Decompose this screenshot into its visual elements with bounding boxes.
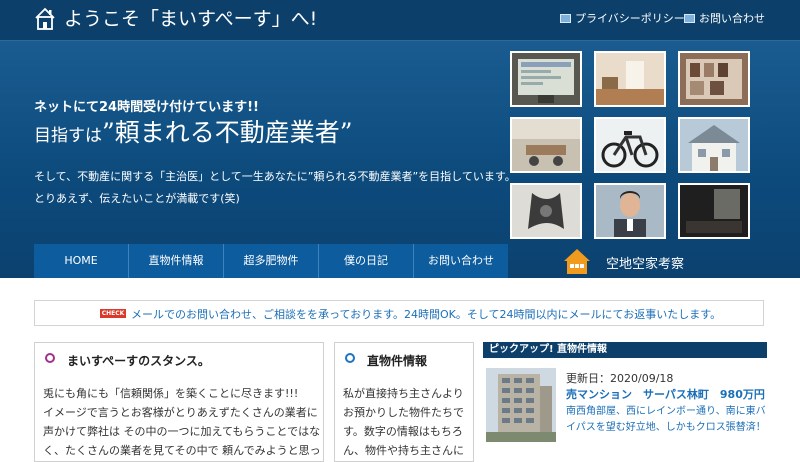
privacy-policy-link[interactable]: プライバシーポリシー xyxy=(560,12,685,26)
contact-label: お問い合わせ xyxy=(699,12,765,25)
site-title[interactable]: ようこそ「まいすぺーす」へ! xyxy=(64,6,317,32)
photo-dark-interior xyxy=(678,183,750,239)
orange-house-icon xyxy=(564,249,590,274)
photo-shelf-items xyxy=(678,51,750,107)
purple-circle-icon xyxy=(45,353,55,363)
stance-body: 兎にも角にも「信頼関係」を築くことに尽きます!!! イメージで言うとお客様がとり… xyxy=(43,384,321,460)
hero-headline-prefix: 目指すは xyxy=(34,126,102,146)
listings-panel: 直物件情報 私が直接持ち主さんより お預かりした物件たちで す。数字の情報はもち… xyxy=(334,342,474,462)
listings-body: 私が直接持ち主さんより お預かりした物件たちで す。数字の情報はもちろ ん、物件… xyxy=(343,384,464,460)
pickup-date: 更新日：2020/09/18 xyxy=(566,372,674,385)
pickup-description: 南西角部屋、西にレインボー通り、南に東バ イパスを望む好立地、しかもクロス張替済… xyxy=(566,404,766,436)
listings-line: す。数字の情報はもちろ xyxy=(343,425,463,438)
pickup-heading: ピックアップ! 直物件情報 xyxy=(483,342,767,358)
photo-meeting-room xyxy=(510,117,582,173)
nav-direct-listings[interactable]: 直物件情報 xyxy=(129,244,224,278)
hero-description: そして、不動産に関する「主治医」として一生あなたに”頼られる不動産業者”を目指し… xyxy=(34,170,516,183)
akiya-label: 空地空家考察 xyxy=(606,257,685,272)
nav-diary[interactable]: 僕の日記 xyxy=(319,244,414,278)
nav-home[interactable]: HOME xyxy=(34,244,129,278)
pickup-desc-line: 南西角部屋、西にレインボー通り、南に東バ xyxy=(566,406,766,417)
photo-staff-portrait xyxy=(594,183,666,239)
photo-bicycle xyxy=(594,117,666,173)
pickup-building-photo[interactable] xyxy=(486,368,556,442)
stance-title: まいすぺーすのスタンス。 xyxy=(67,354,210,368)
photo-interior-room xyxy=(594,51,666,107)
stance-panel: まいすぺーすのスタンス。 兎にも角にも「信頼関係」を築くことに尽きます!!! イ… xyxy=(34,342,324,462)
header-bar: ようこそ「まいすぺーす」へ! プライバシーポリシー お問い合わせ xyxy=(0,0,800,41)
listings-title[interactable]: 直物件情報 xyxy=(367,352,427,369)
hero-headline-main: ”頼まれる不動産業者” xyxy=(102,118,353,147)
house-logo-icon xyxy=(35,7,55,30)
stance-line: イメージで言うとお客様がとりあえずたくさんの業者に xyxy=(43,406,318,419)
pickup-listing-name[interactable]: 売マンション サーパス林町 980万円 xyxy=(566,386,765,402)
link-bullet-icon xyxy=(560,13,571,23)
contact-link[interactable]: お問い合わせ xyxy=(684,12,765,26)
akiya-link[interactable]: 空地空家考察 xyxy=(562,247,772,275)
check-badge: CHECK xyxy=(100,309,126,318)
hero-tagline: ネットにて24時間受け付けています!! xyxy=(34,100,259,115)
notice-text[interactable]: メールでのお問い合わせ、ご相談をを承っております。24時間OK。そして24時間以… xyxy=(131,306,721,322)
listings-line: お預かりした物件たちで xyxy=(343,406,464,419)
stance-line: 声かけて弊社は その中の一つに加えてもらうことではな xyxy=(43,425,321,438)
blue-circle-icon xyxy=(345,353,355,363)
notice-bar: CHECK メールでのお問い合わせ、ご相談をを承っております。24時間OK。そし… xyxy=(34,300,764,326)
nav-contact[interactable]: お問い合わせ xyxy=(414,244,508,278)
privacy-policy-label: プライバシーポリシー xyxy=(575,12,685,25)
photo-house-exterior xyxy=(678,117,750,173)
photo-object-closeup xyxy=(510,183,582,239)
hero-description-2: とりあえず、伝えたいことが満載です(笑) xyxy=(34,192,240,205)
listings-line: 私が直接持ち主さんより xyxy=(343,387,464,400)
main-nav: HOME 直物件情報 超多肥物件 僕の日記 お問い合わせ xyxy=(34,244,508,278)
link-bullet-icon xyxy=(684,13,695,23)
pickup-desc-line: イパスを望む好立地、しかもクロス張替済！ xyxy=(566,422,766,433)
nav-special-listings[interactable]: 超多肥物件 xyxy=(224,244,319,278)
photo-office-monitor xyxy=(510,51,582,107)
stance-line: 兎にも角にも「信頼関係」を築くことに尽きます!!! xyxy=(43,387,299,400)
hero-headline: 目指すは”頼まれる不動産業者” xyxy=(34,116,353,153)
stance-line: く、たくさんの業者を見てその中で 頼んでみようと思っ xyxy=(43,444,321,457)
listings-line: ん、物件や持ち主さんに xyxy=(343,444,464,457)
